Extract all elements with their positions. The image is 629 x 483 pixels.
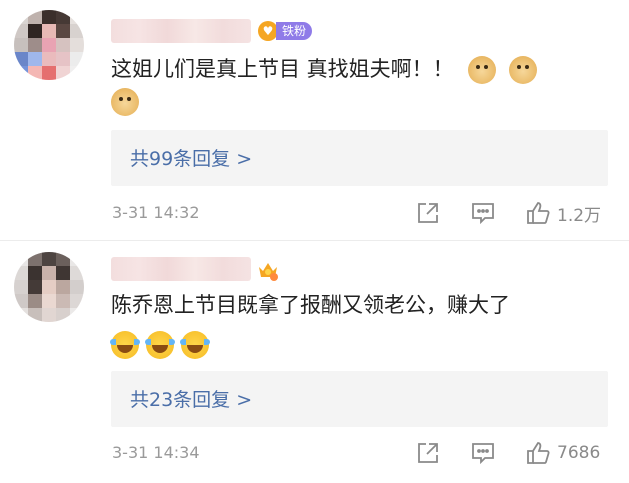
avatar[interactable] xyxy=(14,10,84,80)
like-button[interactable]: 1.2万 xyxy=(525,200,601,226)
laugh-cry-emoji xyxy=(110,331,140,359)
fan-badge[interactable]: ♥ 铁粉 xyxy=(258,21,313,41)
comment-item: ♥ 铁粉 这姐儿们是真上节目 真找姐夫啊！！ 共99条回复 > 3-31 14:… xyxy=(0,0,629,240)
comment-time: 3-31 14:32 xyxy=(112,203,200,222)
share-icon xyxy=(418,443,438,463)
laugh-cry-emoji xyxy=(180,331,210,359)
emoji-row xyxy=(111,88,139,116)
like-count: 1.2万 xyxy=(557,205,602,226)
comment-text: 这姐儿们是真上节目 真找姐夫啊！！ xyxy=(111,55,538,84)
crown-badge-icon xyxy=(259,263,278,281)
reply-button[interactable] xyxy=(470,200,496,226)
comment-time: 3-31 14:34 xyxy=(112,443,200,462)
fan-badge-label: 铁粉 xyxy=(276,22,313,40)
avatar[interactable] xyxy=(14,252,84,322)
like-button[interactable]: 7686 xyxy=(525,440,600,466)
comment-text: 陈乔恩上节目既拿了报酬又领老公，赚大了 xyxy=(111,293,510,317)
doge-emoji xyxy=(468,56,497,84)
fan-heart-icon: ♥ xyxy=(258,21,278,41)
comment-bubble-icon xyxy=(472,443,494,465)
laugh-cry-emoji xyxy=(145,331,175,359)
reply-button[interactable] xyxy=(470,440,496,466)
share-button[interactable] xyxy=(415,200,441,226)
doge-emoji xyxy=(111,88,139,116)
comment-item: 陈乔恩上节目既拿了报酬又领老公，赚大了 共23条回复 > 3-31 14:34 … xyxy=(0,241,629,483)
thumbs-up-icon xyxy=(527,442,550,464)
emoji-row xyxy=(110,331,210,359)
share-icon xyxy=(418,203,438,223)
view-replies-link[interactable]: 共23条回复 > xyxy=(130,385,252,412)
like-count: 7686 xyxy=(557,443,601,463)
reply-preview[interactable]: 共99条回复 > xyxy=(111,130,608,186)
comment-bubble-icon xyxy=(472,203,494,225)
view-replies-link[interactable]: 共99条回复 > xyxy=(130,144,252,171)
username[interactable] xyxy=(111,257,251,281)
thumbs-up-icon xyxy=(527,202,550,224)
reply-preview[interactable]: 共23条回复 > xyxy=(111,371,608,427)
share-button[interactable] xyxy=(415,440,441,466)
username[interactable] xyxy=(111,19,251,43)
doge-emoji xyxy=(509,56,538,84)
